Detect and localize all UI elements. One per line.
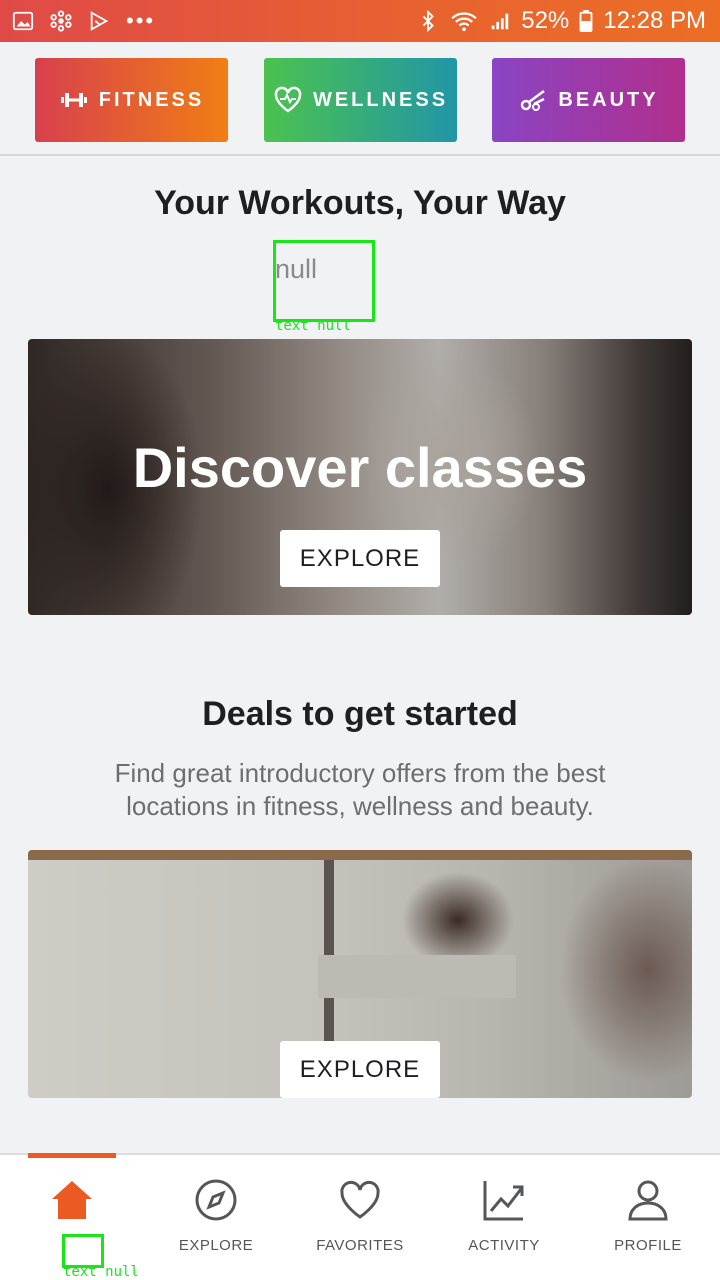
settings-flower-icon xyxy=(50,10,72,32)
clock: 12:28 PM xyxy=(603,7,706,34)
nav-favorites[interactable]: FAVORITES xyxy=(288,1177,432,1273)
nav-activity[interactable]: ACTIVITY xyxy=(432,1177,576,1273)
status-left: ••• xyxy=(12,10,155,32)
play-store-icon xyxy=(90,11,109,31)
gallery-icon xyxy=(12,11,34,31)
card-title: Discover classes xyxy=(132,436,588,499)
deals-title: Deals to get started xyxy=(202,695,518,733)
annotation-box xyxy=(273,240,375,322)
profile-icon xyxy=(628,1180,668,1221)
deals-description: Find great introductory offers from the … xyxy=(114,758,606,821)
more-dots-icon: ••• xyxy=(126,8,156,33)
annotation-box xyxy=(62,1234,104,1268)
activity-chart-icon xyxy=(483,1181,524,1221)
active-tab-indicator xyxy=(28,1153,116,1158)
annotation-label: text null xyxy=(275,318,351,334)
deals-explore-button[interactable]: EXPLORE xyxy=(280,1041,440,1098)
category-wellness-button[interactable]: WELLNESS xyxy=(264,58,457,142)
category-label: BEAUTY xyxy=(558,88,659,111)
category-bar: FITNESS WELLNESS BEAUTY xyxy=(0,42,720,156)
nav-label: ACTIVITY xyxy=(468,1237,540,1254)
home-icon xyxy=(52,1181,92,1219)
category-label: WELLNESS xyxy=(312,88,449,111)
heart-icon xyxy=(340,1180,380,1219)
nav-label: FAVORITES xyxy=(316,1237,404,1254)
heart-pulse-icon xyxy=(274,86,302,113)
page-title: Your Workouts, Your Way xyxy=(154,184,566,222)
deals-card[interactable]: EXPLORE xyxy=(28,850,692,1098)
scissors-icon xyxy=(521,89,546,111)
compass-icon xyxy=(195,1179,237,1221)
discover-classes-card[interactable]: Discover classes EXPLORE xyxy=(28,339,692,615)
nav-label: EXPLORE xyxy=(178,1237,254,1254)
category-fitness-button[interactable]: FITNESS xyxy=(35,58,228,142)
battery-icon xyxy=(579,10,593,32)
annotation-label: text null xyxy=(63,1264,139,1280)
image-placeholder xyxy=(318,955,516,998)
nav-profile[interactable]: PROFILE xyxy=(576,1177,720,1273)
nav-label: PROFILE xyxy=(614,1237,682,1254)
bottom-nav: EXPLORE FAVORITES ACTIVITY PROFILE text … xyxy=(0,1153,720,1280)
bluetooth-icon xyxy=(422,10,435,32)
signal-icon xyxy=(491,13,509,30)
wifi-icon xyxy=(451,12,477,32)
dumbbell-icon xyxy=(60,93,87,107)
category-label: FITNESS xyxy=(98,88,205,111)
battery-percent: 52% xyxy=(521,7,570,34)
status-right: 52% 12:28 PM xyxy=(417,7,706,35)
status-bar: ••• 52% 12:28 PM xyxy=(0,0,720,42)
explore-button[interactable]: EXPLORE xyxy=(280,530,440,587)
nav-explore[interactable]: EXPLORE xyxy=(144,1177,288,1273)
barre-decoration xyxy=(28,850,692,860)
category-beauty-button[interactable]: BEAUTY xyxy=(492,58,685,142)
